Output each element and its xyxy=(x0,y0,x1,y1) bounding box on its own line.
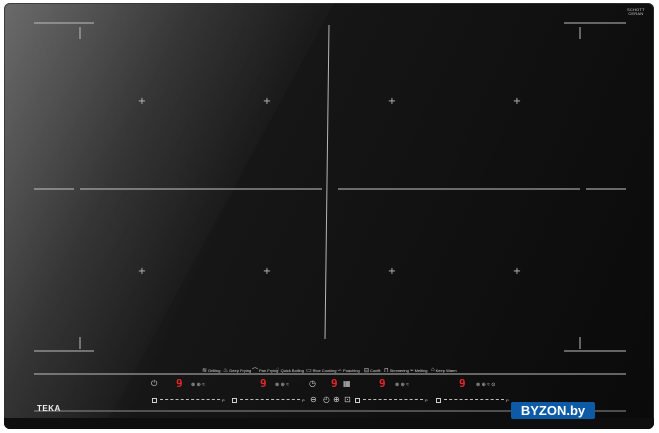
zone-select-icon xyxy=(232,397,237,403)
pan-icon: ⌒ xyxy=(252,368,259,375)
zone-center-marker: + xyxy=(262,266,272,277)
zone-3-power-display: 9 xyxy=(379,377,386,390)
zone-center-marker: + xyxy=(137,266,147,277)
power-icon[interactable]: ⏻ xyxy=(151,380,157,388)
rice-cooker-icon: ▭ xyxy=(306,367,312,374)
timer-icon[interactable]: ◷ xyxy=(309,380,316,388)
zone-4-slider[interactable]: P xyxy=(436,396,509,404)
zone-center-marker: + xyxy=(512,96,522,107)
zone-1-slider[interactable]: P xyxy=(152,396,225,404)
deep-fry-icon: ♨ xyxy=(223,367,229,374)
pot-icon: ◌ xyxy=(276,367,280,373)
center-divider xyxy=(324,24,330,340)
zone-select-icon xyxy=(355,397,360,403)
zone-center-marker: + xyxy=(262,96,272,107)
watermark: BYZON.by xyxy=(511,402,595,419)
function-deep-frying[interactable]: ♨ Deep Frying xyxy=(223,365,251,375)
grid-icon[interactable]: ▦ xyxy=(343,380,351,388)
zone-center-marker: + xyxy=(512,266,522,277)
function-poaching[interactable]: ∽ Poaching xyxy=(337,365,360,375)
zone-3-mode-icons[interactable]: ⊗ ⊕ ≈ xyxy=(395,382,409,388)
function-pan-frying[interactable]: ⌒ Pan Frying xyxy=(252,365,278,375)
zone-select-icon xyxy=(436,397,441,403)
function-quick-boiling[interactable]: ◌ Quick Boiling xyxy=(276,365,304,375)
glass-brand-logo: SCHOTT CERAN xyxy=(627,7,645,16)
zone-2-slider[interactable]: P xyxy=(232,396,305,404)
zone-4-mode-icons[interactable]: ⊗ ⊕ ≈ ⊙ xyxy=(476,382,495,388)
function-melting[interactable]: ⌁ Melting xyxy=(410,365,428,375)
zone-3-slider[interactable]: P xyxy=(355,396,428,404)
zone-center-marker: + xyxy=(387,96,397,107)
melt-icon: ⌁ xyxy=(410,367,414,374)
zone-1-power-display: 9 xyxy=(176,377,183,390)
timer-display: 9 xyxy=(331,377,338,390)
brand-logo: TEKA xyxy=(37,404,61,413)
function-keep-warm[interactable]: ⌂ Keep Warm xyxy=(431,365,457,375)
lock-icon[interactable]: ⊡ xyxy=(344,396,351,404)
poach-icon: ∽ xyxy=(337,367,343,374)
plus-icon[interactable]: ⊕ xyxy=(333,396,340,404)
zone-select-icon xyxy=(152,397,157,403)
function-grilling[interactable]: ≋ Grilling xyxy=(202,365,220,375)
zone-center-marker: + xyxy=(137,96,147,107)
zone-2-mode-icons[interactable]: ⊗ ⊕ ≈ xyxy=(275,382,289,388)
clock-icon[interactable]: ◴ xyxy=(323,396,330,404)
minus-icon[interactable]: ⊖ xyxy=(310,396,317,404)
zone-center-marker: + xyxy=(387,266,397,277)
zone-4-power-display: 9 xyxy=(459,377,466,390)
simmer-icon: ⊓ xyxy=(384,367,389,374)
grill-icon: ≋ xyxy=(202,367,208,374)
zone-2-power-display: 9 xyxy=(260,377,267,390)
induction-cooktop: + + + + + + + + SCHOTT CERAN ≋ Grilling … xyxy=(4,3,654,429)
zone-1-mode-icons[interactable]: ⊗ ⊕ ≈ xyxy=(191,382,205,388)
function-simmering[interactable]: ⊓ Simmering xyxy=(384,365,409,375)
keep-warm-icon: ⌂ xyxy=(431,367,435,373)
confit-icon: ⊟ xyxy=(364,367,370,374)
function-confit[interactable]: ⊟ Confit xyxy=(364,365,380,375)
function-rice-cooking[interactable]: ▭ Rice Cooking xyxy=(306,365,336,375)
